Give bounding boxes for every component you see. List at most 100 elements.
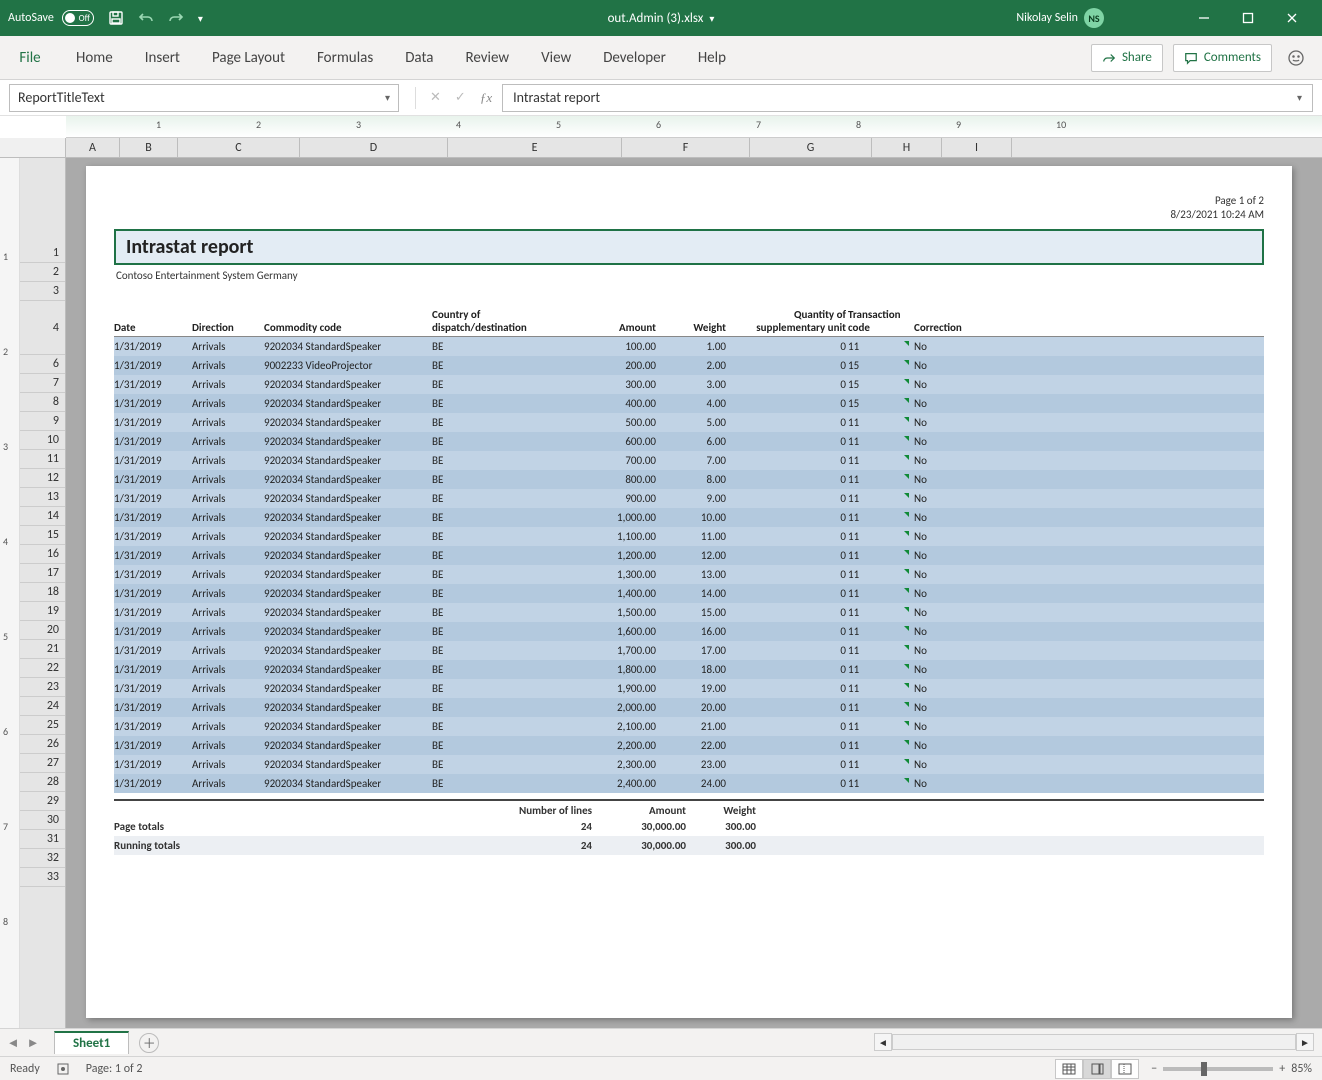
row-header-29[interactable]: 29 [20,792,65,811]
qat-dropdown-icon[interactable]: ▾ [198,12,203,25]
zoom-control[interactable]: − + 85% [1151,1062,1312,1076]
table-row[interactable]: 1/31/2019Arrivals9202034 StandardSpeaker… [114,546,1264,565]
table-row[interactable]: 1/31/2019Arrivals9202034 StandardSpeaker… [114,565,1264,584]
ribbon-tab-developer[interactable]: Developer [587,36,682,79]
row-header-4[interactable]: 4 [20,301,65,355]
row-header-19[interactable]: 19 [20,602,65,621]
ribbon-tab-insert[interactable]: Insert [129,36,196,79]
ribbon-tab-help[interactable]: Help [682,36,742,79]
zoom-slider[interactable] [1163,1067,1273,1071]
row-header-33[interactable]: 33 [20,868,65,887]
ribbon-tab-data[interactable]: Data [389,36,449,79]
chevron-down-icon[interactable]: ▾ [385,91,390,104]
col-header-F[interactable]: F [622,138,750,157]
row-header-12[interactable]: 12 [20,469,65,488]
row-header-3[interactable]: 3 [20,282,65,301]
row-header-21[interactable]: 21 [20,640,65,659]
redo-icon[interactable] [168,10,184,26]
row-header-17[interactable]: 17 [20,564,65,583]
page-break-view-button[interactable] [1111,1059,1139,1079]
table-row[interactable]: 1/31/2019Arrivals9202034 StandardSpeaker… [114,375,1264,394]
ribbon-tab-formulas[interactable]: Formulas [301,36,389,79]
table-row[interactable]: 1/31/2019Arrivals9202034 StandardSpeaker… [114,660,1264,679]
row-header-31[interactable]: 31 [20,830,65,849]
zoom-in-icon[interactable]: + [1279,1062,1285,1076]
ribbon-tab-view[interactable]: View [525,36,587,79]
table-row[interactable]: 1/31/2019Arrivals9202034 StandardSpeaker… [114,641,1264,660]
share-button[interactable]: Share [1091,44,1163,72]
row-header-6[interactable]: 6 [20,355,65,374]
add-sheet-button[interactable]: ＋ [139,1033,159,1053]
zoom-out-icon[interactable]: − [1151,1062,1157,1076]
col-header-I[interactable]: I [942,138,1012,157]
table-row[interactable]: 1/31/2019Arrivals9202034 StandardSpeaker… [114,755,1264,774]
sheet-nav[interactable]: ◄ ► [4,1035,42,1051]
select-all-corner[interactable] [0,138,66,157]
col-header-E[interactable]: E [448,138,622,157]
sheet-tab[interactable]: Sheet1 [54,1031,129,1054]
ribbon-tab-page-layout[interactable]: Page Layout [196,36,301,79]
chevron-down-icon[interactable]: ▾ [709,12,714,25]
row-header-32[interactable]: 32 [20,849,65,868]
table-row[interactable]: 1/31/2019Arrivals9202034 StandardSpeaker… [114,451,1264,470]
col-header-H[interactable]: H [872,138,942,157]
report-title[interactable]: Intrastat report [114,229,1264,265]
fx-icon[interactable]: ƒx [480,90,492,106]
row-header-26[interactable]: 26 [20,735,65,754]
row-header-27[interactable]: 27 [20,754,65,773]
row-header-1[interactable]: 1 [20,244,65,263]
table-row[interactable]: 1/31/2019Arrivals9202034 StandardSpeaker… [114,584,1264,603]
row-header-22[interactable]: 22 [20,659,65,678]
comments-button[interactable]: Comments [1173,44,1272,72]
row-header-7[interactable]: 7 [20,374,65,393]
sheet-next-icon[interactable]: ► [24,1035,42,1051]
maximize-button[interactable] [1226,0,1270,36]
row-header-24[interactable]: 24 [20,697,65,716]
row-header-18[interactable]: 18 [20,583,65,602]
row-header-25[interactable]: 25 [20,716,65,735]
table-row[interactable]: 1/31/2019Arrivals9202034 StandardSpeaker… [114,394,1264,413]
formula-bar[interactable]: Intrastat report ▾ [502,84,1313,112]
close-button[interactable] [1270,0,1314,36]
scroll-right-icon[interactable]: ► [1296,1033,1314,1051]
minimize-button[interactable] [1182,0,1226,36]
table-row[interactable]: 1/31/2019Arrivals9202034 StandardSpeaker… [114,717,1264,736]
row-header-16[interactable]: 16 [20,545,65,564]
row-header-9[interactable]: 9 [20,412,65,431]
row-header-28[interactable]: 28 [20,773,65,792]
row-header-8[interactable]: 8 [20,393,65,412]
enter-icon[interactable]: ✓ [455,90,466,105]
page-layout-view-button[interactable] [1083,1059,1111,1079]
cancel-icon[interactable]: ✕ [430,90,441,105]
col-header-D[interactable]: D [300,138,448,157]
col-header-B[interactable]: B [120,138,178,157]
undo-icon[interactable] [138,10,154,26]
page-canvas[interactable]: Page 1 of 2 8/23/2021 10:24 AM Intrastat… [66,158,1322,1028]
table-row[interactable]: 1/31/2019Arrivals9202034 StandardSpeaker… [114,527,1264,546]
row-header-15[interactable]: 15 [20,526,65,545]
normal-view-button[interactable] [1055,1059,1083,1079]
table-row[interactable]: 1/31/2019Arrivals9202034 StandardSpeaker… [114,337,1264,356]
table-row[interactable]: 1/31/2019Arrivals9202034 StandardSpeaker… [114,489,1264,508]
row-header-11[interactable]: 11 [20,450,65,469]
row-header-23[interactable]: 23 [20,678,65,697]
zoom-value[interactable]: 85% [1291,1062,1312,1076]
file-tab[interactable]: File [0,36,60,79]
ribbon-tab-review[interactable]: Review [450,36,526,79]
scroll-left-icon[interactable]: ◄ [874,1033,892,1051]
table-row[interactable]: 1/31/2019Arrivals9202034 StandardSpeaker… [114,622,1264,641]
table-row[interactable]: 1/31/2019Arrivals9202034 StandardSpeaker… [114,432,1264,451]
table-row[interactable]: 1/31/2019Arrivals9202034 StandardSpeaker… [114,736,1264,755]
row-header-14[interactable]: 14 [20,507,65,526]
autosave-toggle[interactable]: AutoSave Off [8,10,94,26]
table-row[interactable]: 1/31/2019Arrivals9202034 StandardSpeaker… [114,774,1264,793]
table-row[interactable]: 1/31/2019Arrivals9202034 StandardSpeaker… [114,470,1264,489]
row-header-30[interactable]: 30 [20,811,65,830]
save-icon[interactable] [108,10,124,26]
row-header-10[interactable]: 10 [20,431,65,450]
table-row[interactable]: 1/31/2019Arrivals9202034 StandardSpeaker… [114,413,1264,432]
row-header-13[interactable]: 13 [20,488,65,507]
table-row[interactable]: 1/31/2019Arrivals9202034 StandardSpeaker… [114,698,1264,717]
macro-record-icon[interactable] [56,1062,70,1076]
user-account[interactable]: Nikolay Selin NS [1016,8,1104,28]
